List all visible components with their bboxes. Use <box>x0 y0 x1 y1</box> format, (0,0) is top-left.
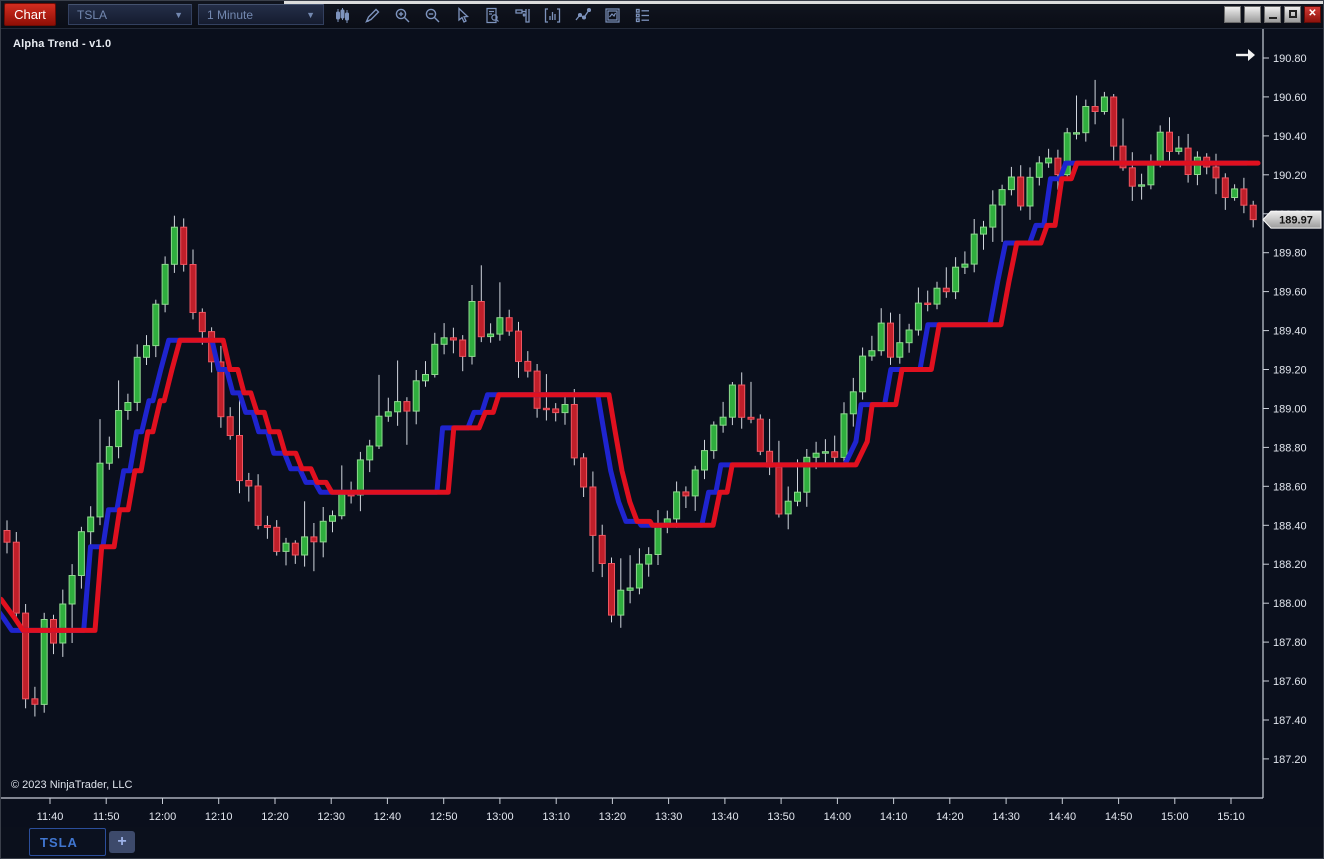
svg-text:13:10: 13:10 <box>542 811 570 823</box>
svg-text:11:40: 11:40 <box>37 811 64 823</box>
copyright-text: © 2023 NinjaTrader, LLC <box>11 779 132 791</box>
svg-text:12:50: 12:50 <box>430 811 458 823</box>
zoom-out-icon[interactable] <box>423 6 442 25</box>
chart-area[interactable]: 190.80190.60190.40190.20190.00189.80189.… <box>1 29 1324 859</box>
svg-text:189.00: 189.00 <box>1273 404 1307 416</box>
svg-text:14:00: 14:00 <box>824 811 852 823</box>
svg-text:187.80: 187.80 <box>1273 637 1307 649</box>
data-box-icon[interactable] <box>483 6 502 25</box>
svg-text:12:30: 12:30 <box>317 811 345 823</box>
ninjatrader-chart-window: Chart TSLA ▼ 1 Minute ▼ <box>0 0 1324 859</box>
svg-text:189.97: 189.97 <box>1279 215 1313 227</box>
svg-text:187.40: 187.40 <box>1273 715 1307 727</box>
indicators-icon[interactable] <box>543 6 562 25</box>
toolbar-icon-group <box>333 4 652 26</box>
chevron-down-icon: ▼ <box>174 10 183 20</box>
add-tab-button[interactable]: + <box>109 831 135 853</box>
svg-text:14:40: 14:40 <box>1049 811 1077 823</box>
tab-tsla[interactable]: TSLA <box>29 828 106 856</box>
chart-trader-icon[interactable] <box>513 6 532 25</box>
svg-text:187.20: 187.20 <box>1273 754 1307 766</box>
svg-text:188.40: 188.40 <box>1273 520 1307 532</box>
svg-text:190.40: 190.40 <box>1273 131 1307 143</box>
tab-strip: TSLA + <box>1 827 1324 858</box>
svg-text:14:50: 14:50 <box>1105 811 1133 823</box>
chevron-down-icon: ▼ <box>306 10 315 20</box>
svg-text:13:00: 13:00 <box>486 811 514 823</box>
svg-text:11:50: 11:50 <box>93 811 120 823</box>
toolbar: Chart TSLA ▼ 1 Minute ▼ <box>1 1 1324 29</box>
svg-text:13:20: 13:20 <box>599 811 627 823</box>
svg-text:187.60: 187.60 <box>1273 676 1307 688</box>
svg-text:12:20: 12:20 <box>261 811 289 823</box>
instrument-link-button[interactable] <box>1224 6 1241 23</box>
zoom-in-icon[interactable] <box>393 6 412 25</box>
instrument-dropdown-value: TSLA <box>77 8 107 22</box>
svg-text:14:30: 14:30 <box>992 811 1020 823</box>
svg-text:15:00: 15:00 <box>1161 811 1189 823</box>
svg-text:12:00: 12:00 <box>149 811 177 823</box>
trendline-icon[interactable] <box>573 6 592 25</box>
svg-text:12:10: 12:10 <box>205 811 233 823</box>
svg-text:189.40: 189.40 <box>1273 326 1307 338</box>
svg-text:189.20: 189.20 <box>1273 365 1307 377</box>
window-controls: ✕ <box>1224 6 1321 23</box>
svg-text:12:40: 12:40 <box>374 811 402 823</box>
snapshot-icon[interactable] <box>603 6 622 25</box>
svg-text:13:40: 13:40 <box>711 811 739 823</box>
svg-text:190.60: 190.60 <box>1273 92 1307 104</box>
svg-text:189.80: 189.80 <box>1273 248 1307 260</box>
interval-dropdown[interactable]: 1 Minute ▼ <box>198 4 324 25</box>
svg-text:188.00: 188.00 <box>1273 598 1307 610</box>
last-price-marker: 189.97 <box>1263 211 1321 228</box>
pencil-icon[interactable] <box>363 6 382 25</box>
svg-text:14:20: 14:20 <box>936 811 964 823</box>
maximize-button[interactable] <box>1284 6 1301 23</box>
interval-link-button[interactable] <box>1244 6 1261 23</box>
instrument-dropdown[interactable]: TSLA ▼ <box>68 4 192 25</box>
svg-text:14:10: 14:10 <box>880 811 908 823</box>
svg-text:13:50: 13:50 <box>767 811 795 823</box>
chart-style-icon[interactable] <box>333 6 352 25</box>
svg-text:15:10: 15:10 <box>1217 811 1245 823</box>
svg-text:188.60: 188.60 <box>1273 481 1307 493</box>
chart-tab-button[interactable]: Chart <box>4 3 56 26</box>
properties-icon[interactable] <box>633 6 652 25</box>
svg-text:188.20: 188.20 <box>1273 559 1307 571</box>
chart-canvas: 190.80190.60190.40190.20190.00189.80189.… <box>1 29 1324 859</box>
go-to-latest-arrow-icon[interactable] <box>1234 45 1258 65</box>
svg-text:13:30: 13:30 <box>655 811 683 823</box>
svg-text:188.80: 188.80 <box>1273 442 1307 454</box>
svg-text:189.60: 189.60 <box>1273 287 1307 299</box>
svg-text:190.80: 190.80 <box>1273 53 1307 65</box>
indicator-label: Alpha Trend - v1.0 <box>13 38 111 50</box>
cursor-icon[interactable] <box>453 6 472 25</box>
minimize-button[interactable] <box>1264 6 1281 23</box>
interval-dropdown-value: 1 Minute <box>207 8 253 22</box>
svg-text:190.20: 190.20 <box>1273 170 1307 182</box>
close-button[interactable]: ✕ <box>1304 6 1321 23</box>
